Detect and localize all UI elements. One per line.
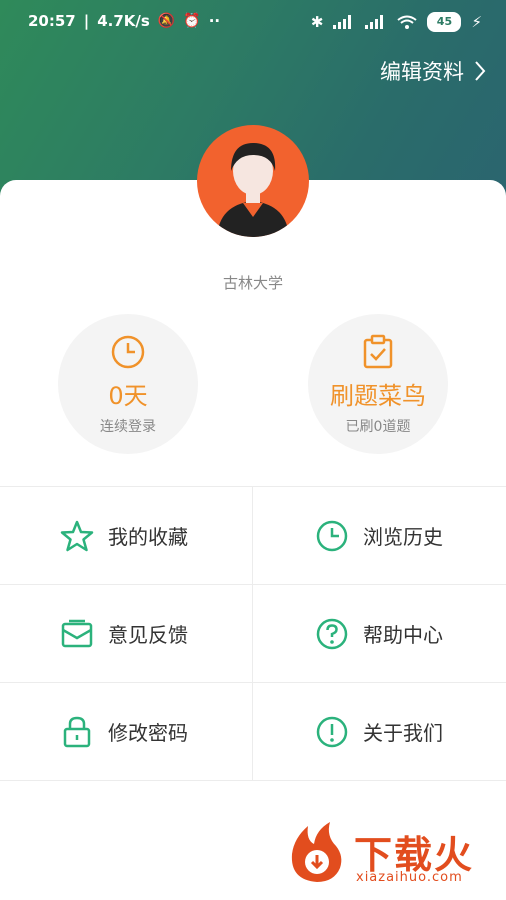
menu-label: 意见反馈 [108,623,188,647]
login-streak-value: 0天 [108,382,148,410]
menu-label: 我的收藏 [108,525,188,549]
charging-icon: ⚡ [471,13,482,31]
edit-profile-button[interactable]: 编辑资料 [380,56,486,86]
exclamation-icon [316,716,348,747]
menu-row: 我的收藏 浏览历史 [0,487,506,585]
login-streak-label: 连续登录 [100,419,156,435]
star-icon [60,520,94,551]
rank-value: 刷题菜鸟 [330,382,426,410]
alarm-icon: ⏰ [183,13,201,29]
clipboard-check-icon [363,334,393,369]
menu-item-help[interactable]: 帮助中心 [253,585,506,682]
flame-logo-icon [291,822,342,882]
more-dots-icon: ·· [208,12,221,30]
status-divider: | [83,12,90,30]
menu-label: 浏览历史 [363,525,443,549]
menu-item-change-password[interactable]: 修改密码 [0,683,253,780]
rank-label: 已刷0道题 [345,419,411,435]
menu-row: 意见反馈 帮助中心 [0,585,506,683]
clock-icon [111,335,145,369]
watermark-domain: xiazaihuo.com [356,870,463,885]
menu-label: 关于我们 [363,721,443,745]
wifi-icon [397,15,418,29]
mute-alarm-icon: 🔕 [157,13,176,29]
question-icon [316,618,348,649]
menu-item-favorites[interactable]: 我的收藏 [0,487,253,584]
clock-icon [316,520,348,551]
status-time: 20:57 [28,12,76,30]
edit-profile-label: 编辑资料 [380,60,464,84]
menu-grid: 我的收藏 浏览历史 意见反馈 帮助中心 修改密码 关于我们 [0,486,506,781]
menu-label: 修改密码 [108,721,188,745]
avatar[interactable] [197,125,309,237]
battery-indicator: 45 [427,12,462,32]
status-speed: 4.7K/s [97,12,150,30]
watermark-logo: 下载火 xiazaihuo.com [284,820,494,890]
envelope-icon [61,619,93,647]
status-bar: 20:57 | 4.7K/s 🔕 ⏰ ·· ✱ 45 ⚡ [0,0,506,44]
signal-icon-2 [365,15,384,29]
menu-item-history[interactable]: 浏览历史 [253,487,506,584]
menu-item-feedback[interactable]: 意见反馈 [0,585,253,682]
menu-label: 帮助中心 [363,623,443,647]
login-streak-stat[interactable]: 0天 连续登录 [58,314,198,454]
avatar-person-icon [217,143,289,237]
bluetooth-icon: ✱ [310,13,324,31]
school-name: 古林大学 [222,274,283,292]
menu-item-about[interactable]: 关于我们 [253,683,506,780]
chevron-right-icon [475,61,486,81]
menu-row: 修改密码 关于我们 [0,683,506,781]
lock-icon [63,716,91,747]
signal-icon [333,15,352,29]
rank-stat[interactable]: 刷题菜鸟 已刷0道题 [308,314,448,454]
